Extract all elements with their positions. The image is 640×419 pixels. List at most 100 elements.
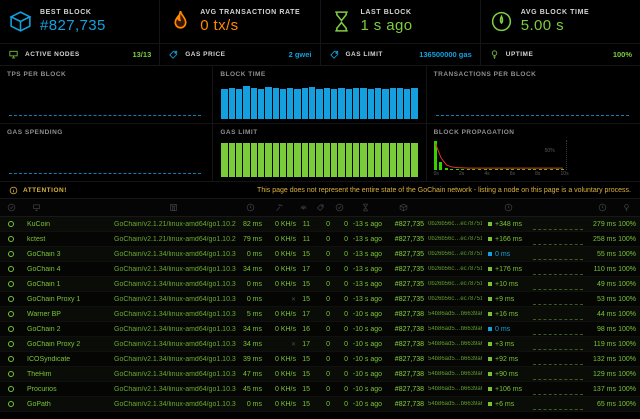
hourglass-icon: [362, 203, 368, 212]
col-avg-propagation[interactable]: [588, 203, 616, 212]
node-row[interactable]: Warner BP GoChain/v2.1.34/linux-amd64/go…: [0, 307, 640, 322]
propagation-sparkline: [533, 388, 583, 395]
node-pending: 0: [326, 385, 330, 393]
col-latency[interactable]: [238, 203, 262, 212]
node-propagation-history: [528, 234, 588, 245]
node-block-number: #827,738: [394, 400, 424, 408]
propagation-sparkline: [533, 223, 583, 230]
propagation-dot: [488, 357, 492, 361]
node-block-hash: 0b26b56c…ec787515: [428, 251, 482, 257]
node-propagation-history: [528, 354, 588, 365]
node-propagation-history: [528, 219, 588, 230]
pickaxe-icon: [275, 204, 283, 211]
propagation-sparkline: [533, 343, 583, 350]
node-last-block: -13 s ago: [352, 220, 382, 228]
propagation-sparkline: [533, 373, 583, 380]
propagation-dot: [488, 252, 492, 256]
node-peers: 17: [302, 265, 310, 273]
node-row[interactable]: GoChain 1 GoChain/v2.1.34/linux-amd64/go…: [0, 277, 640, 292]
node-row[interactable]: GoChain 2 GoChain/v2.1.34/linux-amd64/go…: [0, 322, 640, 337]
node-uncles: 0: [344, 250, 348, 258]
col-node-name[interactable]: [22, 203, 114, 212]
node-propagation: 0 ms: [482, 251, 528, 258]
node-last-block: -10 s ago: [352, 355, 382, 363]
col-uncles[interactable]: [330, 203, 348, 212]
cube-icon: [398, 203, 408, 212]
node-row[interactable]: GoChain Proxy 2 GoChain/v2.1.34/linux-am…: [0, 337, 640, 352]
lightbulb-icon: [491, 50, 497, 60]
node-propagation: +92 ms: [482, 356, 528, 363]
node-name: GoChain 4: [27, 265, 61, 273]
col-block-number[interactable]: [382, 203, 424, 212]
node-uptime: 100%: [618, 250, 636, 258]
node-row[interactable]: kctest GoChain/v2.1.21/linux-amd64/go1.1…: [0, 232, 640, 247]
col-mining[interactable]: [262, 203, 296, 212]
node-avg-propagation: 279 ms: [593, 220, 616, 228]
node-pending: 0: [326, 250, 330, 258]
node-status-icon: [8, 326, 14, 332]
info-circle-icon: [9, 186, 18, 194]
node-row[interactable]: GoChain 4 GoChain/v2.1.34/linux-amd64/go…: [0, 262, 640, 277]
node-propagation-history: [528, 339, 588, 350]
node-latency: 5 ms: [246, 310, 262, 318]
node-propagation-history: [528, 384, 588, 395]
node-name: kctest: [27, 235, 46, 243]
propagation-time: +3 ms: [495, 340, 515, 348]
chart-block-propagation: BLOCK PROPAGATION 50% 0s 2s 4s 6s 8s 10s: [426, 124, 640, 182]
node-avg-propagation: 65 ms: [596, 400, 616, 408]
node-row[interactable]: Procurios GoChain/v2.1.34/linux-amd64/go…: [0, 382, 640, 397]
col-propagation-time[interactable]: [482, 203, 528, 212]
server-icon: [169, 204, 177, 211]
col-uptime[interactable]: [616, 203, 640, 212]
node-name: GoChain 3: [27, 250, 61, 258]
node-type: GoChain/v2.1.21/linux-amd64/go1.10.2: [114, 220, 236, 228]
node-row[interactable]: KuCoin GoChain/v2.1.21/linux-amd64/go1.1…: [0, 217, 640, 232]
node-name: Warner BP: [27, 310, 61, 318]
propagation-time: +176 ms: [495, 265, 523, 273]
col-pending[interactable]: [310, 203, 330, 212]
node-hashrate: 0 KH/s: [274, 235, 296, 243]
node-uptime: 100%: [618, 370, 636, 378]
gas-limit-value: 136500000 gas: [419, 50, 472, 59]
node-row[interactable]: GoChain Proxy 1 GoChain/v2.1.34/linux-am…: [0, 292, 640, 307]
node-row[interactable]: ICOSyndicate GoChain/v2.1.34/linux-amd64…: [0, 352, 640, 367]
propagation-time: 0 ms: [495, 250, 511, 258]
avg-tx-rate-label: AVG TRANSACTION RATE: [200, 9, 301, 16]
node-status-icon: [8, 251, 14, 257]
node-last-block: -10 s ago: [352, 325, 382, 333]
node-latency: 47 ms: [242, 370, 262, 378]
propagation-dot: [488, 402, 492, 406]
node-status: [0, 296, 22, 302]
chart-title: GAS LIMIT: [220, 129, 258, 136]
node-status-icon: [8, 296, 14, 302]
col-last-block[interactable]: [348, 203, 382, 212]
col-status[interactable]: [0, 203, 22, 212]
clock-icon: [246, 203, 254, 212]
node-type: GoChain/v2.1.34/linux-amd64/go1.10.3: [114, 385, 236, 393]
stat-active-nodes: ACTIVE NODES 13/13: [0, 44, 161, 66]
propagation-time: +16 ms: [495, 310, 519, 318]
node-block-number: #827,735: [394, 265, 424, 273]
node-avg-propagation: 132 ms: [593, 355, 616, 363]
node-uncles: 0: [344, 400, 348, 408]
node-row[interactable]: GoChain 3 GoChain/v2.1.34/linux-amd64/go…: [0, 247, 640, 262]
tag-icon: [316, 204, 323, 212]
node-row[interactable]: GoPath GoChain/v2.1.34/linux-amd64/go1.1…: [0, 397, 640, 412]
node-block-number: #827,738: [394, 370, 424, 378]
node-uptime: 100%: [618, 280, 636, 288]
node-uncles: 0: [344, 235, 348, 243]
col-peers[interactable]: [296, 203, 310, 212]
avg-block-time-label: AVG BLOCK TIME: [520, 9, 590, 16]
node-name: GoChain Proxy 1: [27, 295, 81, 303]
clock-icon: [504, 203, 512, 212]
node-peers: 11: [302, 220, 310, 228]
node-latency: 34 ms: [242, 265, 262, 273]
node-row[interactable]: TheHim GoChain/v2.1.34/linux-amd64/go1.1…: [0, 367, 640, 382]
gauge-icon: [491, 11, 511, 32]
node-uptime: 100%: [618, 310, 636, 318]
node-type: GoChain/v2.1.21/linux-amd64/go1.10.2: [114, 235, 236, 243]
propagation-time: +6 ms: [495, 400, 515, 408]
col-node-type[interactable]: [114, 203, 238, 212]
block-time-bars: [221, 83, 418, 119]
propagation-dot: [488, 372, 492, 376]
